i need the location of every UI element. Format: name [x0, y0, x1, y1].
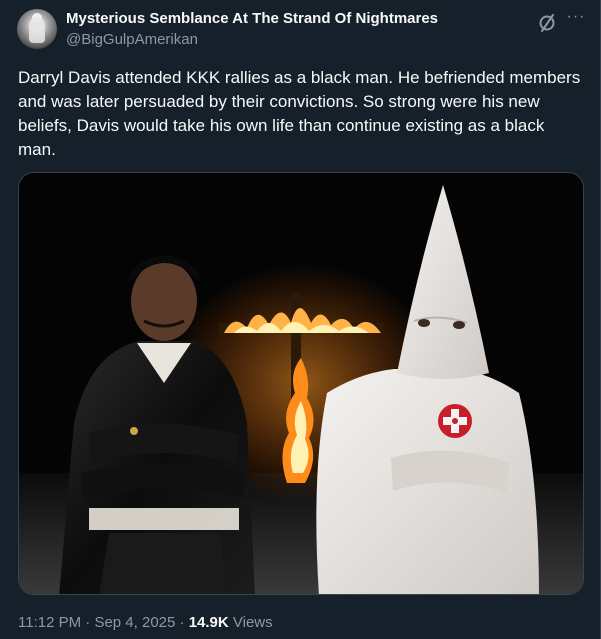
grok-icon[interactable]: [536, 12, 558, 34]
author-handle[interactable]: @BigGulpAmerikan: [66, 31, 198, 48]
tweet-photo[interactable]: [18, 172, 584, 595]
tweet-text: Darryl Davis attended KKK rallies as a b…: [18, 68, 581, 159]
avatar-statue-body: [29, 17, 45, 43]
tweet-card: Mysterious Semblance At The Strand Of Ni…: [0, 0, 601, 639]
tweet-meta: 11:12 PM · Sep 4, 2025 · 14.9K Views: [18, 614, 273, 631]
views-count[interactable]: 14.9K: [189, 614, 229, 631]
more-options-icon[interactable]: ···: [566, 9, 586, 30]
avatar[interactable]: [17, 9, 57, 49]
author-display-name[interactable]: Mysterious Semblance At The Strand Of Ni…: [66, 10, 438, 27]
tweet-time[interactable]: 11:12 PM: [18, 614, 81, 631]
tweet-date[interactable]: Sep 4, 2025: [94, 614, 175, 631]
meta-separator: ·: [81, 614, 95, 631]
meta-separator: ·: [175, 614, 189, 631]
views-label[interactable]: Views: [229, 614, 273, 631]
